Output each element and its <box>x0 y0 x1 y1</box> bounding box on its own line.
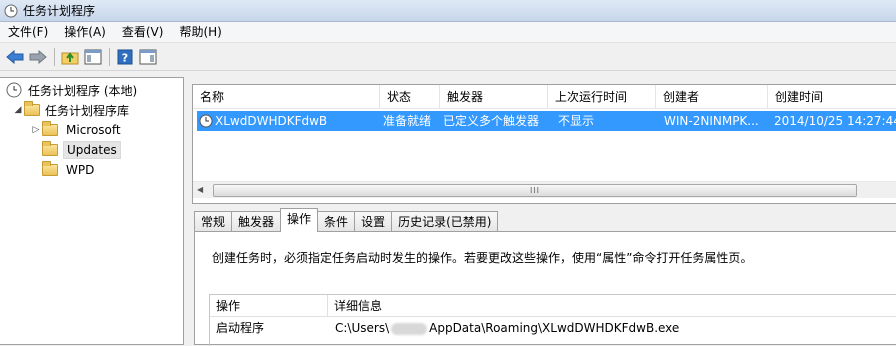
action-detail-suffix: AppData\Roaming\XLwdDWHDKFdwB.exe <box>429 321 680 335</box>
folder-icon <box>42 161 58 176</box>
toolbar: ? <box>0 43 896 71</box>
clock-icon <box>6 82 22 98</box>
title-bar: 任务计划程序 <box>0 0 896 22</box>
column-header-author[interactable]: 创建者 <box>656 85 768 109</box>
action-detail: C:\Users\ AppData\Roaming\XLwdDWHDKFdwB.e… <box>328 317 679 341</box>
column-header-details[interactable]: 详细信息 <box>328 295 382 316</box>
menu-file[interactable]: 文件(F) <box>0 22 56 42</box>
window-title: 任务计划程序 <box>23 4 96 18</box>
task-created: 2014/10/25 14:27:44 <box>774 114 896 128</box>
tree-node-library[interactable]: ◢ 任务计划程序库 <box>12 100 129 120</box>
help-button[interactable]: ? <box>114 46 136 68</box>
column-header-trigger[interactable]: 触发器 <box>440 85 548 109</box>
task-list-header: 名称 状态 触发器 上次运行时间 创建者 创建时间 <box>193 85 896 109</box>
tab-actions[interactable]: 操作 <box>280 208 319 232</box>
forward-arrow-icon <box>29 49 47 64</box>
folder-up-icon <box>61 51 79 64</box>
help-icon: ? <box>117 49 133 64</box>
console-tree: 任务计划程序 (本地) ◢ 任务计划程序库 ▷ Microsoft Update… <box>0 77 184 345</box>
actions-description: 创建任务时，必须指定任务启动时发生的操作。若要更改这些操作，使用“属性”命令打开… <box>212 251 753 265</box>
tree-item-label: Microsoft <box>66 123 121 137</box>
folder-clock-icon <box>24 101 40 116</box>
expanded-arrow-icon[interactable]: ◢ <box>12 105 24 115</box>
menu-bar: 文件(F) 操作(A) 查看(V) 帮助(H) <box>0 22 896 43</box>
back-button[interactable] <box>4 46 26 68</box>
pane-splitter[interactable] <box>184 77 192 345</box>
tree-item-label: WPD <box>66 163 95 177</box>
up-folder-button[interactable] <box>59 46 81 68</box>
column-header-status[interactable]: 状态 <box>380 85 440 109</box>
actions-pane: 创建任务时，必须指定任务启动时发生的操作。若要更改这些操作，使用“属性”命令打开… <box>194 231 896 346</box>
menu-view[interactable]: 查看(V) <box>114 22 172 42</box>
menu-help[interactable]: 帮助(H) <box>171 22 229 42</box>
tab-general[interactable]: 常规 <box>194 211 233 232</box>
back-arrow-icon <box>6 49 24 64</box>
column-header-action[interactable]: 操作 <box>210 295 328 316</box>
actions-table: 操作 详细信息 启动程序 C:\Users\ AppData\Roaming\XL… <box>209 294 896 346</box>
actions-table-header: 操作 详细信息 <box>210 295 896 317</box>
console-tree-icon <box>84 49 102 64</box>
column-header-last-run[interactable]: 上次运行时间 <box>548 85 656 109</box>
forward-button[interactable] <box>27 46 49 68</box>
collapsed-arrow-icon[interactable]: ▷ <box>30 125 42 135</box>
task-trigger: 已定义多个触发器 <box>443 114 540 128</box>
action-detail-prefix: C:\Users\ <box>335 321 390 335</box>
horizontal-scrollbar[interactable]: ◀ III <box>193 181 896 198</box>
task-name: XLwdDWHDKFdwB <box>215 114 328 128</box>
folder-icon <box>42 141 58 156</box>
scroll-left-icon[interactable]: ◀ <box>197 185 203 194</box>
detail-tabs: 常规 触发器 操作 条件 设置 历史记录(已禁用) <box>194 208 499 232</box>
tree-node-updates[interactable]: Updates <box>30 140 121 160</box>
show-hide-console-tree-button[interactable] <box>82 46 104 68</box>
toolbar-separator <box>109 47 110 66</box>
table-row[interactable]: 启动程序 C:\Users\ AppData\Roaming\XLwdDWHDKF… <box>210 317 896 341</box>
tree-node-wpd[interactable]: WPD <box>30 160 97 180</box>
task-list: 名称 状态 触发器 上次运行时间 创建者 创建时间 XLwdDWHDKFdwB … <box>192 84 896 204</box>
task-status: 准备就绪 <box>383 114 432 128</box>
toolbar-separator <box>54 47 55 66</box>
scrollbar-grip: III <box>529 186 541 195</box>
scrollbar-thumb[interactable]: III <box>213 184 857 197</box>
column-header-created[interactable]: 创建时间 <box>768 85 896 109</box>
tree-node-microsoft[interactable]: ▷ Microsoft <box>30 120 124 140</box>
tree-item-label: Updates <box>63 141 121 159</box>
task-last-run: 不显示 <box>558 114 595 128</box>
task-clock-icon <box>199 114 213 128</box>
show-hide-action-pane-button[interactable] <box>137 46 159 68</box>
tree-root-label: 任务计划程序 (本地) <box>28 83 138 98</box>
menu-action[interactable]: 操作(A) <box>56 22 114 42</box>
tab-triggers[interactable]: 触发器 <box>231 211 282 232</box>
folder-icon <box>42 121 58 136</box>
tree-node-root[interactable]: 任务计划程序 (本地) <box>6 80 137 100</box>
svg-text:?: ? <box>122 51 128 64</box>
tab-settings[interactable]: 设置 <box>354 211 393 232</box>
task-author: WIN-2NINMPK... <box>664 114 759 128</box>
action-pane-icon <box>139 49 157 64</box>
tab-conditions[interactable]: 条件 <box>317 211 356 232</box>
table-row[interactable]: XLwdDWHDKFdwB 准备就绪 已定义多个触发器 不显示 WIN-2NIN… <box>197 111 896 131</box>
clock-icon <box>4 4 18 17</box>
tree-library-label: 任务计划程序库 <box>45 103 130 118</box>
column-header-name[interactable]: 名称 <box>193 85 380 109</box>
tab-history[interactable]: 历史记录(已禁用) <box>391 211 499 232</box>
action-type: 启动程序 <box>216 321 265 335</box>
redacted-username <box>391 322 428 335</box>
